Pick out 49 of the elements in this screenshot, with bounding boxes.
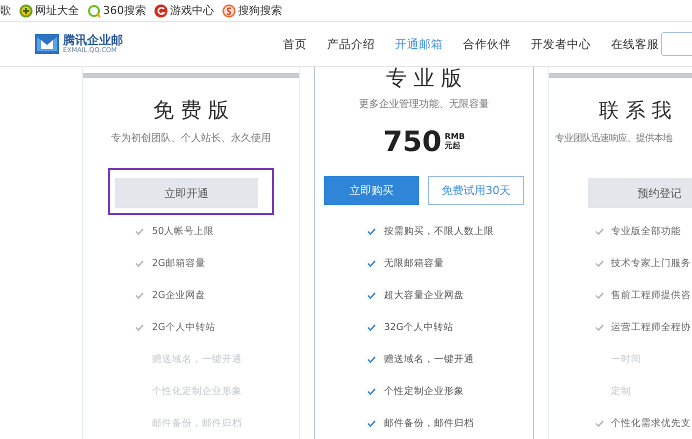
feature-text: 邮件备份，邮件归档 (152, 416, 242, 430)
feature-text: 个性定制企业形象 (384, 384, 464, 398)
nav-link[interactable]: 产品介绍 (327, 36, 375, 52)
feature-text: 邮件备份，邮件归档 (384, 416, 474, 430)
plan-title: 免 费 版 (152, 97, 230, 124)
nav-link[interactable]: 合作伙伴 (463, 36, 511, 52)
bookmark-link[interactable]: 游戏中心 (170, 3, 214, 18)
price-amount: 750 (383, 124, 442, 158)
plan-subtitle: 专为初创团队、个人站长、永久使用 (111, 132, 271, 146)
plus-icon (19, 4, 33, 18)
feature-text: 2G邮箱容量 (152, 256, 206, 270)
s-logo-icon (222, 4, 236, 18)
logo-icon (35, 34, 59, 54)
bookmark-link[interactable]: 搜狗搜索 (238, 3, 282, 18)
feature-text: 超大容量企业网盘 (384, 288, 464, 302)
bookmark-link[interactable]: 360搜索 (103, 3, 146, 18)
login-button[interactable] (661, 32, 692, 56)
feature-text: 运营工程师全程协 (611, 320, 691, 334)
feature-text: 无限邮箱容量 (384, 256, 444, 270)
bookmark-link[interactable]: 歌 (0, 3, 11, 18)
plan-subtitle: 更多企业管理功能、无限容量 (359, 98, 489, 112)
feature-text: 2G企业网盘 (152, 288, 206, 302)
feature-text: 一时间 (611, 352, 641, 366)
feature-text: 2G个人中转站 (152, 320, 216, 334)
feature-text: 32G个人中转站 (384, 320, 454, 334)
nav-link[interactable]: 开发者中心 (531, 36, 591, 52)
feature-text: 赠送域名，一键开通 (384, 352, 474, 366)
ring-icon (87, 4, 101, 18)
feature-text: 售前工程师提供咨 (611, 288, 691, 302)
logo-text: 腾讯企业邮 (63, 34, 123, 47)
nav-link[interactable]: 首页 (283, 36, 307, 52)
nav-link[interactable]: 在线客服 (611, 36, 659, 52)
buy-button[interactable]: 立即购买 (324, 176, 419, 205)
signup-button[interactable]: 立即开通 (115, 178, 258, 208)
plan-subtitle: 专业团队迅速响应、提供本地 (555, 132, 672, 146)
signup-button[interactable]: 预约登记 (588, 178, 692, 208)
feature-text: 专业版全部功能 (611, 224, 681, 238)
feature-text: 个性化定制企业形象 (152, 384, 242, 398)
feature-text: 定制 (611, 384, 631, 398)
plan-title: 专 业 版 (386, 66, 462, 90)
price-unit: RMB 元起 (444, 132, 465, 150)
feature-text: 技术专家上门服务 (611, 256, 691, 270)
feature-text: 50人帐号上限 (152, 224, 214, 238)
g-logo-icon (154, 4, 168, 18)
bookmark-link[interactable]: 网址大全 (35, 3, 79, 18)
feature-text: 按需购买，不限人数上限 (384, 224, 494, 238)
feature-text: 赠送域名，一键开通 (152, 352, 242, 366)
plan-title: 联 系 我 (599, 97, 672, 124)
feature-text: 个性化需求优先支 (611, 416, 691, 430)
